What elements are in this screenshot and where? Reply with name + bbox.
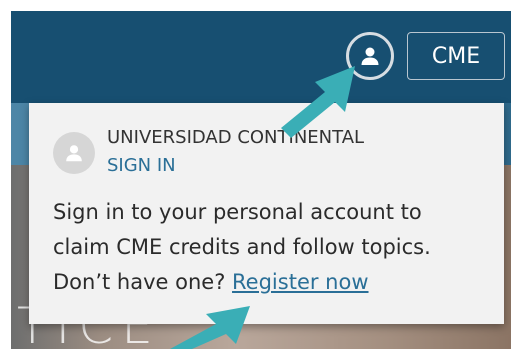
avatar (53, 132, 95, 174)
message-prefix: Don’t have one? (53, 270, 226, 294)
sign-in-popover: UNIVERSIDAD CONTINENTAL SIGN IN Sign in … (29, 103, 504, 324)
site-header: CME (11, 11, 511, 103)
annotation-arrow-icon (170, 306, 250, 349)
message-line-2: claim CME credits and follow topics. (53, 235, 431, 259)
sign-in-message: Sign in to your personal account to clai… (53, 195, 493, 300)
message-line-3: Don’t have one? Register now (53, 265, 493, 300)
annotation-arrow-icon (281, 66, 355, 138)
cme-button[interactable]: CME (407, 32, 505, 80)
sign-in-link[interactable]: SIGN IN (107, 155, 176, 176)
register-now-link[interactable]: Register now (232, 270, 368, 294)
message-line-1: Sign in to your personal account to (53, 200, 422, 224)
avatar-user-icon (66, 145, 82, 162)
